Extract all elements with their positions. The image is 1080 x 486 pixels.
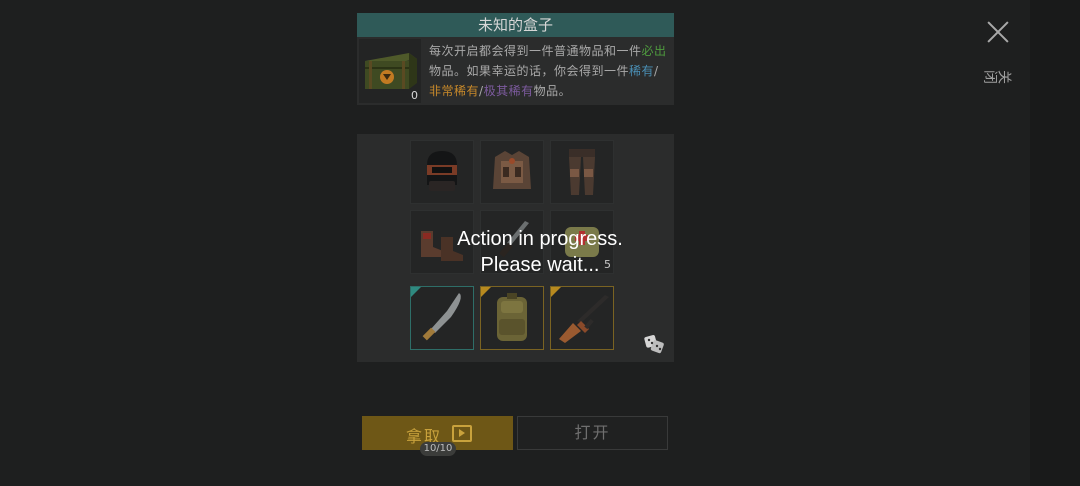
armored-vest-icon: [493, 151, 531, 189]
item-slot-machete[interactable]: [410, 286, 474, 350]
item-slot-armored-vest[interactable]: [480, 140, 544, 204]
progress-message: Action in progress. Please wait...: [440, 226, 640, 278]
open-button[interactable]: 打开: [517, 416, 668, 450]
armored-pants-icon: [569, 149, 595, 195]
desc-text: 每次开启都会得到一件普通物品和一件: [429, 44, 642, 58]
video-ad-icon: [452, 425, 472, 442]
progress-line-1: Action in progress.: [457, 228, 623, 250]
helmet-icon: [427, 151, 457, 191]
desc-text: 件: [616, 64, 630, 78]
dice-icon[interactable]: [643, 332, 665, 354]
box-description: 每次开启都会得到一件普通物品和一件必出物品。如果幸运的话，你会得到一件稀有/ 非常…: [429, 41, 671, 101]
take-counter: 10/10: [420, 442, 456, 456]
item-slot-helmet[interactable]: [410, 140, 474, 204]
side-strip: [1030, 0, 1080, 486]
desc-extremely-rare: 极其稀有: [483, 84, 534, 98]
machete-icon: [422, 293, 461, 341]
desc-rare: 稀有: [629, 64, 655, 78]
item-slot-assault-rifle[interactable]: [550, 286, 614, 350]
close-label[interactable]: 关闭: [984, 68, 1012, 84]
tactical-backpack-icon: [497, 293, 527, 341]
desc-text: 物品。如果幸运的话，你会得到一: [429, 64, 617, 78]
dialog-title: 未知的盒子: [357, 13, 674, 37]
close-icon[interactable]: [986, 20, 1010, 44]
desc-sep: /: [654, 64, 659, 78]
assault-rifle-icon: [559, 295, 609, 343]
item-slot-armored-pants[interactable]: [550, 140, 614, 204]
chest-slot: 0: [359, 39, 421, 103]
box-info: 0 每次开启都会得到一件普通物品和一件必出物品。如果幸运的话，你会得到一件稀有/…: [357, 37, 674, 105]
desc-very-rare: 非常稀有: [429, 84, 480, 98]
chest-count: 0: [411, 89, 418, 102]
desc-must: 必出: [641, 44, 667, 58]
item-slot-tactical-backpack[interactable]: [480, 286, 544, 350]
progress-line-2: Please wait...: [480, 254, 600, 276]
desc-text: 物品。: [533, 84, 572, 98]
